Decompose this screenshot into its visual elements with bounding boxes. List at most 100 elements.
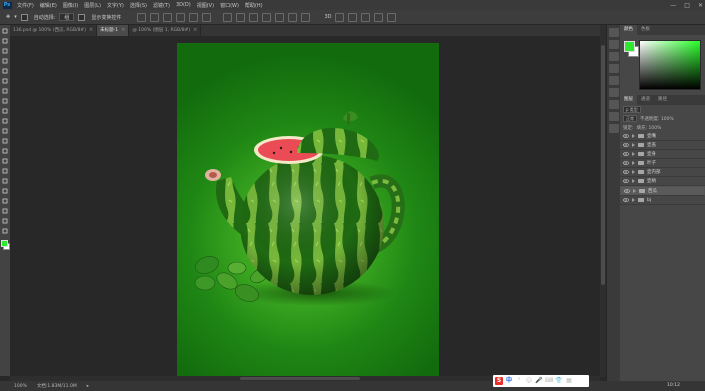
adjustments-icon[interactable] bbox=[609, 100, 619, 109]
menu-item[interactable]: 文字(Y) bbox=[104, 2, 127, 9]
layer-row[interactable]: 壶内部 bbox=[620, 168, 705, 177]
menu-item[interactable]: 编辑(E) bbox=[37, 2, 60, 9]
visibility-eye-icon[interactable] bbox=[623, 198, 629, 202]
tab-channels[interactable]: 通道 bbox=[637, 95, 654, 105]
blur-tool-icon[interactable] bbox=[1, 147, 9, 155]
sogou-ime-icon[interactable]: S bbox=[495, 377, 503, 385]
menu-item[interactable]: 文件(F) bbox=[14, 2, 37, 9]
close-tab-icon[interactable]: × bbox=[193, 25, 197, 36]
gradient-tool-icon[interactable] bbox=[1, 137, 9, 145]
crop-tool-icon[interactable] bbox=[1, 67, 9, 75]
menu-item[interactable]: 视图(V) bbox=[194, 2, 217, 9]
show-transform-checkbox[interactable] bbox=[78, 13, 86, 21]
move-tool-icon[interactable] bbox=[1, 27, 9, 35]
distribute-vcenter-icon[interactable] bbox=[236, 12, 246, 22]
align-top-icon[interactable] bbox=[137, 12, 147, 22]
skin-icon[interactable]: 👕 bbox=[555, 377, 563, 385]
dodge-tool-icon[interactable] bbox=[1, 157, 9, 165]
distribute-bottom-icon[interactable] bbox=[249, 12, 259, 22]
menu-item[interactable]: 滤镜(T) bbox=[150, 2, 173, 9]
expand-arrow-icon[interactable] bbox=[632, 152, 635, 156]
align-vcenter-icon[interactable] bbox=[150, 12, 160, 22]
layer-row[interactable]: 西瓜 bbox=[620, 186, 705, 196]
3d-scale-icon[interactable] bbox=[387, 12, 397, 22]
tab-layers[interactable]: 图层 bbox=[620, 95, 637, 105]
close-tab-icon[interactable]: × bbox=[121, 25, 125, 36]
close-tab-icon[interactable]: × bbox=[89, 25, 93, 36]
distribute-right-icon[interactable] bbox=[288, 12, 298, 22]
layer-row[interactable]: 壶柄 bbox=[620, 177, 705, 186]
visibility-eye-icon[interactable] bbox=[623, 152, 629, 156]
expand-arrow-icon[interactable] bbox=[632, 143, 635, 147]
3d-drag-icon[interactable] bbox=[361, 12, 371, 22]
distribute-left-icon[interactable] bbox=[262, 12, 272, 22]
expand-arrow-icon[interactable] bbox=[633, 189, 636, 193]
visibility-eye-icon[interactable] bbox=[623, 134, 629, 138]
layer-row[interactable]: 叶子 bbox=[620, 159, 705, 168]
tab-color[interactable]: 颜色 bbox=[620, 25, 637, 35]
path-select-tool-icon[interactable] bbox=[1, 187, 9, 195]
info-icon[interactable] bbox=[609, 124, 619, 133]
menu-item[interactable]: 图层(L) bbox=[81, 2, 104, 9]
tab-paths[interactable]: 路径 bbox=[654, 95, 671, 105]
menu-item[interactable]: 选择(S) bbox=[127, 2, 150, 9]
history-icon[interactable] bbox=[609, 28, 619, 37]
zoom-level[interactable]: 100% bbox=[14, 384, 27, 389]
3d-orbit-icon[interactable] bbox=[335, 12, 345, 22]
layer-kind-filter[interactable]: p 类型 bbox=[623, 106, 641, 113]
align-hcenter-icon[interactable] bbox=[189, 12, 199, 22]
document-tab[interactable]: @ 100% (图层 1, RGB/8#) × bbox=[129, 25, 202, 36]
expand-arrow-icon[interactable] bbox=[632, 161, 635, 165]
brush-preset-icon[interactable] bbox=[609, 88, 619, 97]
minimize-button[interactable]: — bbox=[670, 2, 676, 9]
eraser-tool-icon[interactable] bbox=[1, 127, 9, 135]
character-icon[interactable] bbox=[609, 64, 619, 73]
color-picker-field[interactable] bbox=[639, 40, 701, 90]
menu-item[interactable]: 图像(I) bbox=[60, 2, 81, 9]
history-brush-tool-icon[interactable] bbox=[1, 117, 9, 125]
document-canvas[interactable] bbox=[177, 43, 439, 377]
properties-icon[interactable] bbox=[609, 52, 619, 61]
zoom-tool-icon[interactable] bbox=[1, 217, 9, 225]
opacity-field[interactable]: 不透明度: 100% bbox=[640, 116, 674, 122]
document-tab[interactable]: 未标题-1 × bbox=[97, 25, 130, 36]
align-right-icon[interactable] bbox=[202, 12, 212, 22]
layer-row[interactable]: 壶盖 bbox=[620, 141, 705, 150]
hand-tool-icon[interactable] bbox=[1, 207, 9, 215]
foreground-color-swatch[interactable] bbox=[624, 41, 635, 52]
auto-align-icon[interactable] bbox=[301, 12, 311, 22]
layer-row[interactable]: 壶身 bbox=[620, 150, 705, 159]
tool-preset-picker[interactable]: ▾ bbox=[14, 14, 17, 20]
fill-field[interactable]: 填充: 100% bbox=[637, 125, 662, 131]
auto-select-dropdown[interactable]: 组 bbox=[59, 13, 75, 21]
punctuation-icon[interactable]: ° bbox=[515, 377, 523, 385]
visibility-eye-icon[interactable] bbox=[624, 189, 630, 193]
lasso-tool-icon[interactable] bbox=[1, 47, 9, 55]
3d-slide-icon[interactable] bbox=[374, 12, 384, 22]
pen-tool-icon[interactable] bbox=[1, 167, 9, 175]
align-bottom-icon[interactable] bbox=[163, 12, 173, 22]
microphone-icon[interactable]: 🎤 bbox=[535, 377, 543, 385]
3d-roll-icon[interactable] bbox=[348, 12, 358, 22]
distribute-hcenter-icon[interactable] bbox=[275, 12, 285, 22]
chinese-mode-icon[interactable]: 中 bbox=[505, 377, 513, 385]
visibility-eye-icon[interactable] bbox=[623, 179, 629, 183]
layer-row[interactable]: 壶嘴 bbox=[620, 132, 705, 141]
menu-item[interactable]: 3D(D) bbox=[173, 2, 194, 9]
more-tool-icon[interactable] bbox=[1, 227, 9, 235]
document-tab[interactable]: 136.psd @ 100% (西瓜, RGB/8#) × bbox=[10, 25, 98, 36]
auto-select-checkbox[interactable] bbox=[20, 13, 28, 21]
tab-swatches[interactable]: 色板 bbox=[637, 25, 654, 35]
status-menu-arrow[interactable]: ▸ bbox=[87, 384, 89, 389]
visibility-eye-icon[interactable] bbox=[623, 143, 629, 147]
close-button[interactable]: ✕ bbox=[698, 2, 703, 9]
marquee-tool-icon[interactable] bbox=[1, 37, 9, 45]
distribute-top-icon[interactable] bbox=[223, 12, 233, 22]
restore-button[interactable]: □ bbox=[684, 2, 690, 9]
type-tool-icon[interactable] bbox=[1, 177, 9, 185]
rectangle-tool-icon[interactable] bbox=[1, 197, 9, 205]
quick-select-tool-icon[interactable] bbox=[1, 57, 9, 65]
menu-item[interactable]: 帮助(H) bbox=[242, 2, 266, 9]
align-left-icon[interactable] bbox=[176, 12, 186, 22]
actions-icon[interactable] bbox=[609, 40, 619, 49]
